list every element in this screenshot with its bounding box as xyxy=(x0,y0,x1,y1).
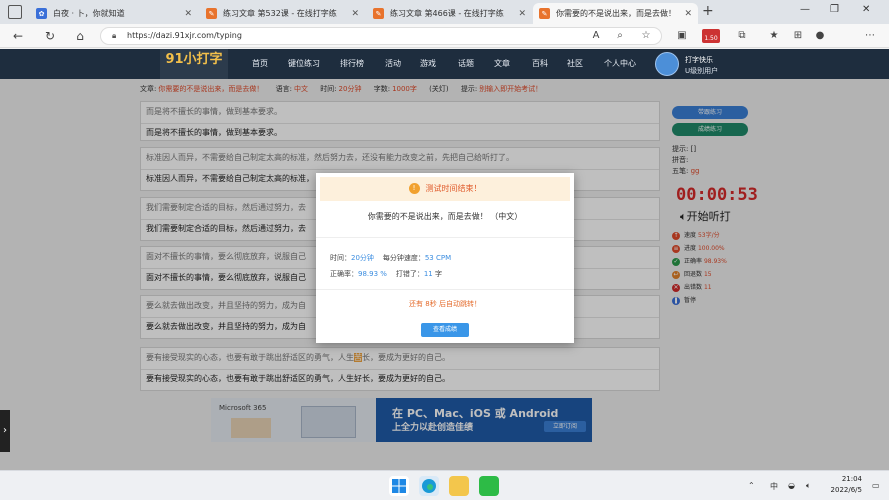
browser-tab-2[interactable]: ✎ 练习文章 第532课 - 在线打字练 ✕ xyxy=(200,3,365,24)
extensions-icon[interactable]: ⧉ xyxy=(734,28,750,44)
close-window-icon[interactable]: ✕ xyxy=(862,4,870,15)
divider xyxy=(316,289,574,290)
nav-item-keys[interactable]: 键位练习 xyxy=(288,58,320,69)
tab-actions-icon[interactable] xyxy=(8,5,22,19)
typo-unit: 字 xyxy=(434,270,442,278)
nav-item-ranking[interactable]: 排行榜 xyxy=(340,58,364,69)
result-modal: ! 测试时间结束！ 你需要的不是说出来，而是去做！ （中文） 时间：20分钟 每分… xyxy=(316,173,574,343)
extension-badge[interactable]: 1.50 xyxy=(702,29,720,43)
speed-value: 53 CPM xyxy=(424,254,452,262)
modal-article: 你需要的不是说出来，而是去做！ （中文） xyxy=(367,212,523,221)
auto-redirect-notice: 还有 8秒 后自动跳转！ xyxy=(409,300,481,308)
input-language[interactable]: 中 xyxy=(770,481,778,492)
close-tab-icon[interactable]: ✕ xyxy=(518,9,526,19)
close-tab-icon[interactable]: ✕ xyxy=(684,9,692,19)
edge-icon xyxy=(422,479,436,493)
read-aloud-icon[interactable]: A xyxy=(588,28,604,44)
time-value: 20分钟 xyxy=(351,254,374,262)
close-tab-icon[interactable]: ✕ xyxy=(351,9,359,19)
site-logo[interactable]: 91小打字 xyxy=(160,49,228,79)
result-row-1: 时间：20分钟 每分钟速度：53 CPM xyxy=(330,253,451,263)
zoom-icon[interactable]: ⌕ xyxy=(612,28,628,44)
home-icon[interactable]: ⌂ xyxy=(72,28,88,44)
alert-icon: ! xyxy=(408,183,420,194)
site-header: 91小打字 首页 键位练习 排行榜 活动 游戏 话题 文章 百科 社区 个人中心… xyxy=(0,49,889,79)
network-icon[interactable]: ◒ xyxy=(788,481,795,490)
side-expand-icon[interactable]: › xyxy=(0,410,10,452)
tab-favicon-icon: ✎ xyxy=(206,8,217,19)
start-button[interactable] xyxy=(389,476,409,496)
nav-item-topics[interactable]: 话题 xyxy=(458,58,474,69)
clock-time: 21:04 xyxy=(841,475,862,483)
accuracy-value: 98.93 % xyxy=(358,270,387,278)
modal-title: 测试时间结束！ xyxy=(425,184,482,193)
tab-title: 你需要的不是说出来，而是去做！ xyxy=(556,9,676,18)
nav-item-community[interactable]: 社区 xyxy=(567,58,583,69)
tab-favicon-icon: ✎ xyxy=(373,8,384,19)
typo-label: 打错了： xyxy=(395,270,424,278)
chevron-up-icon[interactable]: ⌃ xyxy=(748,481,755,490)
browser-tab-1[interactable]: ✿ 白夜 · 卜，你就知道 ✕ xyxy=(30,3,198,24)
speed-label: 每分钟速度： xyxy=(382,254,425,262)
notification-icon[interactable]: ▭ xyxy=(872,481,880,490)
file-explorer-icon[interactable] xyxy=(449,476,469,496)
user-block[interactable]: 打字快乐 U级别用户 xyxy=(655,52,735,76)
user-name: 打字快乐 xyxy=(685,56,713,64)
windows-icon xyxy=(392,479,406,493)
nav-item-events[interactable]: 活动 xyxy=(385,58,401,69)
user-level: U级别用户 xyxy=(685,67,719,75)
new-tab-button[interactable]: + xyxy=(702,3,714,19)
close-tab-icon[interactable]: ✕ xyxy=(184,9,192,19)
tab-favicon-icon: ✎ xyxy=(539,8,550,19)
tab-title: 白夜 · 卜，你就知道 xyxy=(53,9,125,18)
favorites-bar-icon[interactable]: ★ xyxy=(766,28,782,44)
minimize-icon[interactable]: — xyxy=(800,4,810,15)
profile-avatar[interactable]: ● xyxy=(812,28,828,44)
address-toolbar: ← ↻ ⌂ https://dazi.91xjr.com/typing 🔒︎ A… xyxy=(0,24,889,48)
favorite-icon[interactable]: ☆ xyxy=(638,28,654,44)
url-input[interactable]: https://dazi.91xjr.com/typing xyxy=(100,27,662,45)
divider xyxy=(316,237,574,238)
nav-item-games[interactable]: 游戏 xyxy=(420,58,436,69)
nav-item-wiki[interactable]: 百科 xyxy=(532,58,548,69)
wechat-icon[interactable] xyxy=(479,476,499,496)
clock-date: 2022/6/5 xyxy=(830,486,862,494)
taskbar: ⌃ 中 ◒ 🔈︎ 21:04 2022/6/5 ▭ xyxy=(0,470,889,500)
edge-taskbar-icon[interactable] xyxy=(419,476,439,496)
avatar[interactable] xyxy=(655,52,679,76)
browser-tab-3[interactable]: ✎ 练习文章 第466课 - 在线打字练 ✕ xyxy=(367,3,532,24)
refresh-icon[interactable]: ↻ xyxy=(42,28,58,44)
maximize-icon[interactable]: ❐ xyxy=(830,4,839,15)
browser-tab-active[interactable]: ✎ 你需要的不是说出来，而是去做！ ✕ xyxy=(533,3,698,24)
lock-icon[interactable]: 🔒︎ xyxy=(112,31,116,41)
nav-item-profile[interactable]: 个人中心 xyxy=(604,58,636,69)
back-icon[interactable]: ← xyxy=(10,28,26,44)
view-results-button[interactable]: 查看成绩 xyxy=(421,323,469,337)
result-row-2: 正确率：98.93 % 打错了：11 字 xyxy=(330,269,442,279)
volume-icon[interactable]: 🔈︎ xyxy=(806,481,811,491)
time-label: 时间： xyxy=(330,254,351,262)
nav-item-home[interactable]: 首页 xyxy=(252,58,268,69)
tab-title: 练习文章 第532课 - 在线打字练 xyxy=(223,9,337,18)
collections-icon[interactable]: ▣ xyxy=(674,28,690,44)
collections-panel-icon[interactable]: ⊞ xyxy=(790,28,806,44)
tab-strip: ✿ 白夜 · 卜，你就知道 ✕ ✎ 练习文章 第532课 - 在线打字练 ✕ ✎… xyxy=(0,0,889,24)
system-clock[interactable]: 21:04 2022/6/5 xyxy=(822,474,862,496)
accuracy-label: 正确率： xyxy=(330,270,358,278)
typo-value: 11 xyxy=(423,270,433,278)
modal-header: ! 测试时间结束！ xyxy=(320,177,570,201)
tab-title: 练习文章 第466课 - 在线打字练 xyxy=(390,9,504,18)
tab-favicon-icon: ✿ xyxy=(36,8,47,19)
nav-item-articles[interactable]: 文章 xyxy=(494,58,510,69)
more-menu-icon[interactable]: ⋯ xyxy=(862,28,878,44)
